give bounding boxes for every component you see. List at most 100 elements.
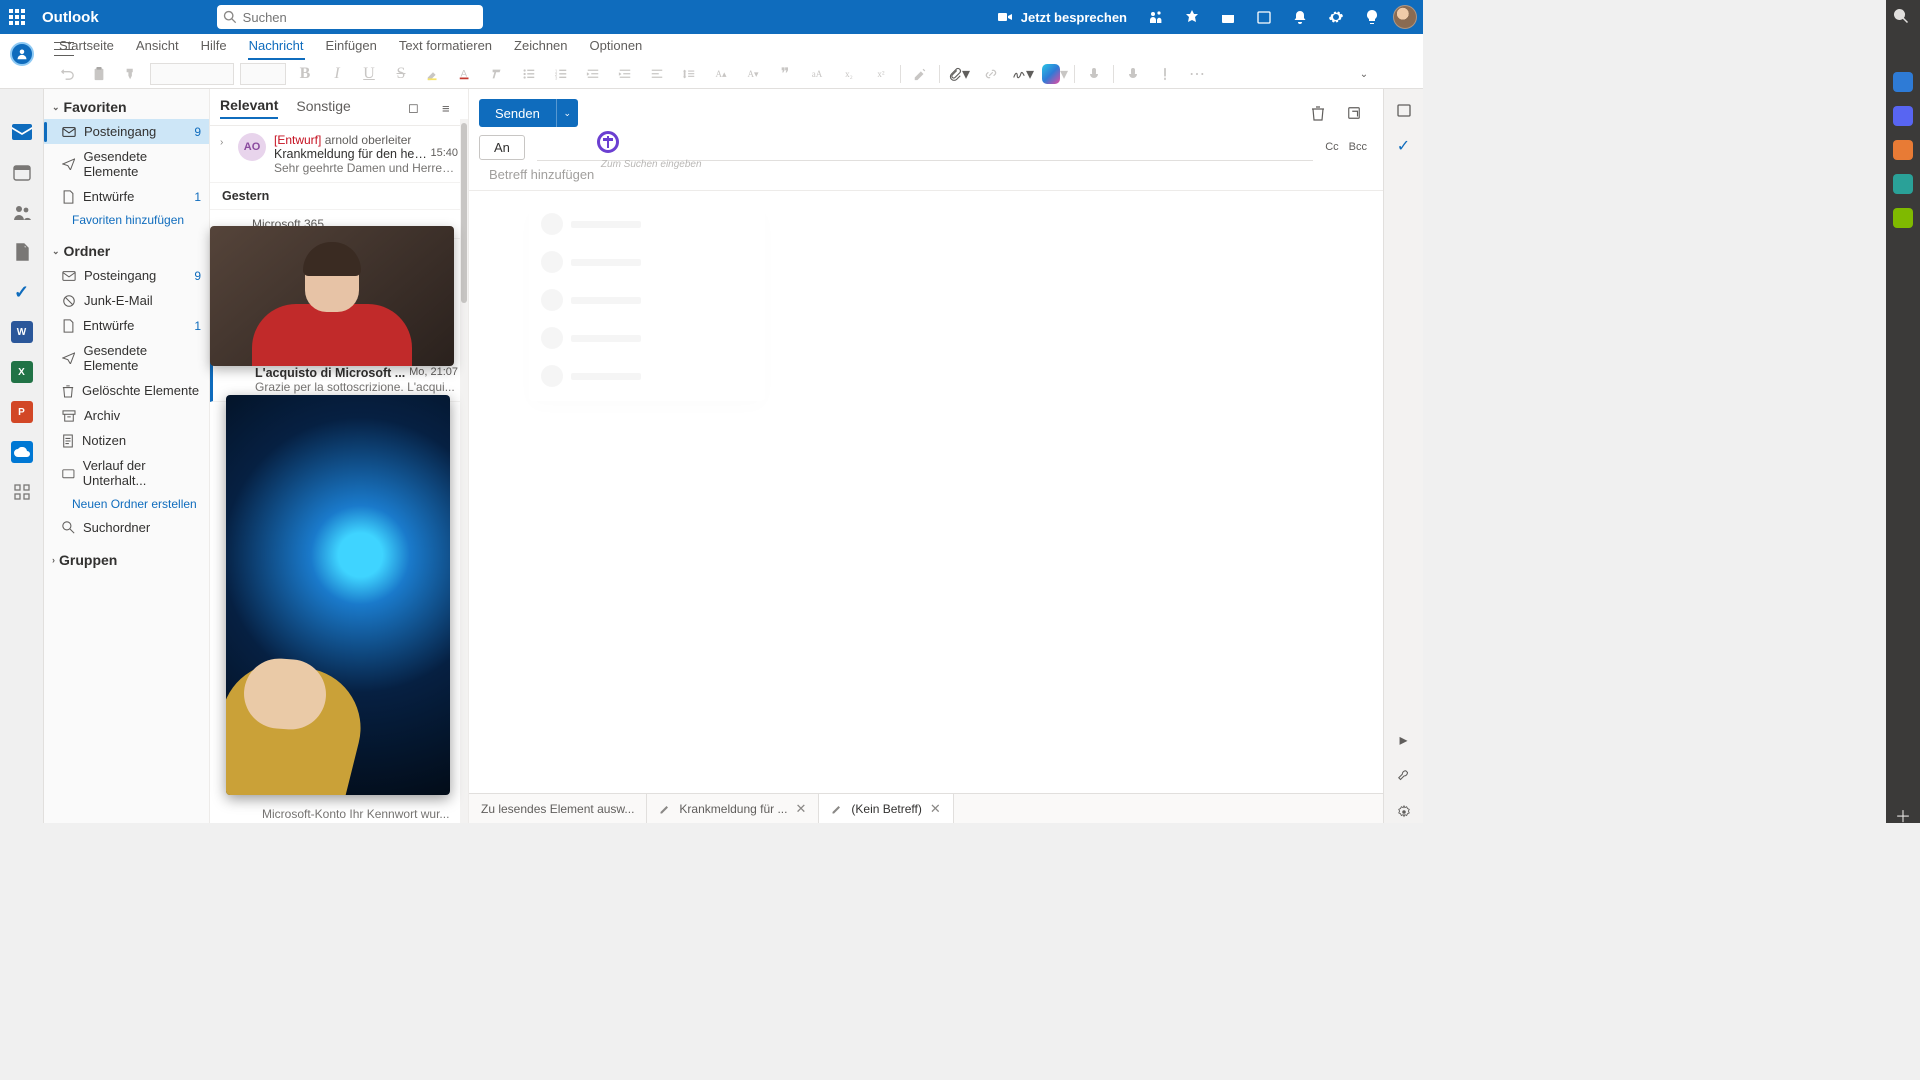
- meet-now-button[interactable]: Jetzt besprechen: [997, 9, 1127, 25]
- changecase-button[interactable]: aA: [804, 61, 830, 87]
- rail-files[interactable]: [11, 241, 33, 263]
- account-left-avatar[interactable]: [10, 42, 34, 66]
- account-avatar[interactable]: [1393, 5, 1417, 29]
- close-icon[interactable]: ✕: [795, 801, 806, 817]
- expand-icon[interactable]: ›: [220, 137, 230, 148]
- add-favorite[interactable]: Favoriten hinzufügen: [44, 209, 209, 231]
- rail-calendar[interactable]: [11, 161, 33, 183]
- tab-options[interactable]: Optionen: [579, 34, 654, 60]
- dock-add[interactable]: ＋: [1893, 803, 1913, 823]
- dock-app-5[interactable]: [1893, 208, 1913, 228]
- to-field[interactable]: Zum Suchen eingeben: [537, 135, 1313, 161]
- bottom-tab-draft2[interactable]: (Kein Betreff) ✕: [819, 794, 953, 823]
- dock-search[interactable]: [1893, 8, 1913, 28]
- send-split[interactable]: ⌄: [556, 99, 578, 127]
- strike-button[interactable]: S: [388, 61, 414, 87]
- linespacing-button[interactable]: [676, 61, 702, 87]
- groups-header[interactable]: ›Gruppen: [44, 548, 209, 572]
- side-todo[interactable]: ✓: [1393, 135, 1415, 157]
- tab-view[interactable]: Ansicht: [125, 34, 190, 60]
- msglist-scrollbar[interactable]: [460, 119, 468, 823]
- tab-help[interactable]: Hilfe: [190, 34, 238, 60]
- search-folders[interactable]: Suchordner: [44, 515, 209, 540]
- dictate-button[interactable]: [1081, 61, 1107, 87]
- highlight-button[interactable]: [420, 61, 446, 87]
- fav-inbox[interactable]: Posteingang9: [44, 119, 209, 144]
- numbering-button[interactable]: 123: [548, 61, 574, 87]
- folder-conversation[interactable]: Verlauf der Unterhalt...: [44, 453, 209, 493]
- sensitivity-button[interactable]: [1120, 61, 1146, 87]
- subscript-button[interactable]: x₂: [836, 61, 862, 87]
- nav-toggle[interactable]: [54, 42, 74, 56]
- fav-drafts[interactable]: Entwürfe1: [44, 184, 209, 209]
- font-size-select[interactable]: [240, 63, 286, 85]
- calendar-day-icon[interactable]: [1213, 2, 1243, 32]
- discard-button[interactable]: [1305, 100, 1331, 126]
- send-button[interactable]: Senden: [479, 99, 556, 127]
- popout-button[interactable]: [1341, 100, 1367, 126]
- rail-people[interactable]: [11, 201, 33, 223]
- suggestion-popup[interactable]: [529, 205, 765, 401]
- rail-excel[interactable]: X: [11, 361, 33, 383]
- teams-icon[interactable]: [1141, 2, 1171, 32]
- clearformat-button[interactable]: [484, 61, 510, 87]
- side-tools[interactable]: [1393, 765, 1415, 787]
- to-button[interactable]: An: [479, 135, 525, 160]
- copilot-button[interactable]: ▾: [1042, 61, 1068, 87]
- folders-header[interactable]: ⌄Ordner: [44, 239, 209, 263]
- folder-inbox[interactable]: Posteingang9: [44, 263, 209, 288]
- dock-app-3[interactable]: [1893, 140, 1913, 160]
- app-launcher[interactable]: [0, 0, 34, 34]
- rail-word[interactable]: W: [11, 321, 33, 343]
- rail-more-apps[interactable]: [11, 481, 33, 503]
- superscript-button[interactable]: x²: [868, 61, 894, 87]
- new-folder[interactable]: Neuen Ordner erstellen: [44, 493, 209, 515]
- message-item[interactable]: › AO [Entwurf] arnold oberleiter Krankme…: [210, 126, 468, 183]
- fav-sent[interactable]: Gesendete Elemente: [44, 144, 209, 184]
- close-icon[interactable]: ✕: [930, 801, 941, 817]
- rail-onedrive[interactable]: [11, 441, 33, 463]
- fontcolor-button[interactable]: A: [452, 61, 478, 87]
- underline-button[interactable]: U: [356, 61, 382, 87]
- format-painter-button[interactable]: [118, 61, 144, 87]
- bold-button[interactable]: B: [292, 61, 318, 87]
- rail-mail[interactable]: [11, 121, 33, 143]
- tips-icon[interactable]: [1357, 2, 1387, 32]
- undo-button[interactable]: [54, 61, 80, 87]
- folder-junk[interactable]: Junk-E-Mail: [44, 288, 209, 313]
- outdent-button[interactable]: [580, 61, 606, 87]
- tab-insert[interactable]: Einfügen: [315, 34, 388, 60]
- align-button[interactable]: [644, 61, 670, 87]
- dock-app-1[interactable]: [1893, 72, 1913, 92]
- cc-button[interactable]: Cc: [1325, 141, 1338, 153]
- side-settings[interactable]: [1393, 801, 1415, 823]
- rail-todo[interactable]: ✓: [11, 281, 33, 303]
- priority-button[interactable]: [1152, 61, 1178, 87]
- shrinkfont-button[interactable]: A▾: [740, 61, 766, 87]
- search-box[interactable]: [217, 5, 483, 29]
- search-input[interactable]: [243, 10, 477, 25]
- indent-button[interactable]: [612, 61, 638, 87]
- notifications-icon[interactable]: [1285, 2, 1315, 32]
- folder-deleted[interactable]: Gelöschte Elemente: [44, 378, 209, 403]
- focused-tab[interactable]: Relevant: [220, 97, 278, 119]
- folder-drafts[interactable]: Entwürfe1: [44, 313, 209, 338]
- settings-icon[interactable]: [1321, 2, 1351, 32]
- dock-app-2[interactable]: [1893, 106, 1913, 126]
- folder-notes[interactable]: Notizen: [44, 428, 209, 453]
- bullets-button[interactable]: [516, 61, 542, 87]
- bottom-tab-reading[interactable]: Zu lesendes Element ausw...: [469, 794, 647, 823]
- side-calendar[interactable]: [1393, 99, 1415, 121]
- filter-button[interactable]: ≡: [442, 101, 458, 116]
- other-tab[interactable]: Sonstige: [296, 98, 350, 118]
- growfont-button[interactable]: A▴: [708, 61, 734, 87]
- bottom-tab-draft1[interactable]: Krankmeldung für ... ✕: [647, 794, 819, 823]
- signature-button[interactable]: ▾: [1010, 61, 1036, 87]
- styles-button[interactable]: [907, 61, 933, 87]
- bcc-button[interactable]: Bcc: [1349, 141, 1367, 153]
- tab-draw[interactable]: Zeichnen: [503, 34, 578, 60]
- side-collapse[interactable]: ▸: [1393, 729, 1415, 751]
- my-day-icon[interactable]: [1249, 2, 1279, 32]
- rail-powerpoint[interactable]: P: [11, 401, 33, 423]
- attach-button[interactable]: ▾: [946, 61, 972, 87]
